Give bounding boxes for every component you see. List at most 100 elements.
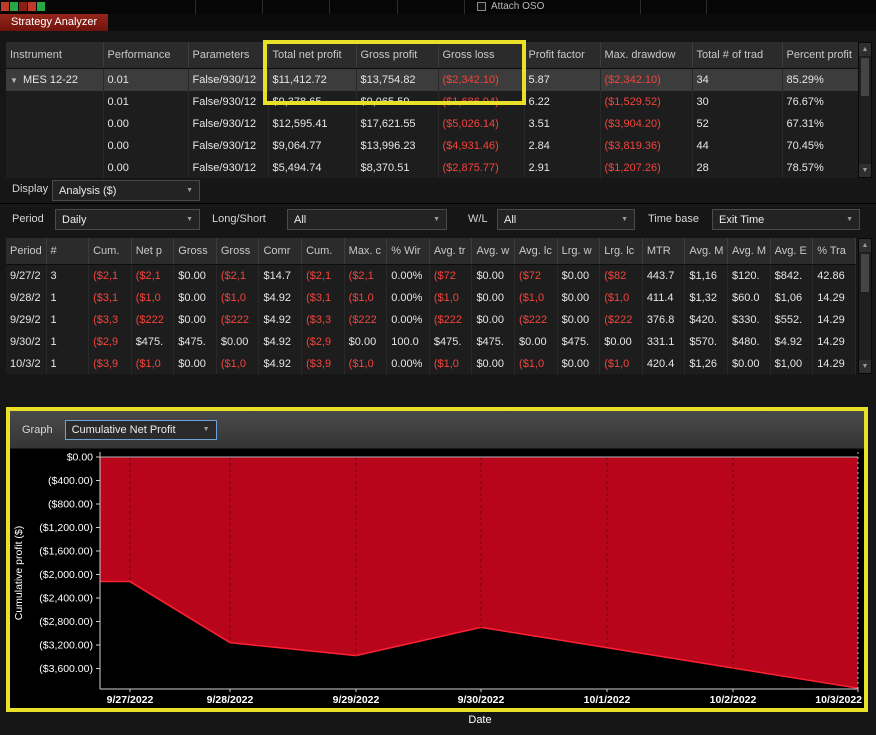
wl-dropdown[interactable]: All ▼ <box>497 209 635 230</box>
column-header[interactable]: Period <box>6 238 47 265</box>
periods-scrollbar[interactable]: ▲ ▼ <box>858 238 872 374</box>
column-header[interactable]: Avg. w <box>471 238 516 265</box>
table-cell: 1 <box>46 309 90 331</box>
table-cell: 331.1 <box>642 331 686 353</box>
divider <box>464 0 465 14</box>
column-header[interactable]: % Tra <box>812 238 856 265</box>
chevron-down-icon: ▼ <box>846 216 853 223</box>
column-header[interactable]: Avg. E <box>770 238 814 265</box>
table-cell: 376.8 <box>642 309 686 331</box>
table-row[interactable]: 0.00 False/930/12 $9,064.77 $13,996.23 ($4,9… <box>6 135 859 157</box>
table-row[interactable]: 9/28/2 1 ($3,1 ($1,0 $0.00 ($1,0 $4.92 ($3,1 ($1… <box>6 287 856 309</box>
table-cell: 9/28/2 <box>6 287 47 309</box>
attach-oso-checkbox[interactable] <box>477 2 486 11</box>
table-cell: ($3,9 <box>301 353 345 374</box>
column-header[interactable]: Max. drawdow <box>600 42 693 69</box>
table-cell: $9,064.77 <box>268 135 357 157</box>
table-cell: ($2,1 <box>216 264 260 287</box>
table-row[interactable]: 0.00 False/930/12 $12,595.41 $17,621.55 ($5,… <box>6 113 859 135</box>
column-header[interactable]: Profit factor <box>524 42 601 69</box>
status-square <box>10 2 18 11</box>
period-dropdown[interactable]: Daily ▼ <box>55 209 200 230</box>
long-short-dropdown[interactable]: All ▼ <box>287 209 447 230</box>
column-header[interactable]: Net p <box>131 238 175 265</box>
table-cell: 52 <box>692 113 783 135</box>
display-dropdown-value: Analysis ($) <box>59 184 117 197</box>
table-row[interactable]: 9/27/2 3 ($2,1 ($2,1 $0.00 ($2,1 $14.7 ($2,1 ($2… <box>6 264 856 287</box>
y-tick-label: ($3,600.00) <box>39 663 93 675</box>
tab-strategy-analyzer[interactable]: Strategy Analyzer <box>0 14 109 31</box>
table-row[interactable]: 10/3/2 1 ($3,9 ($1,0 $0.00 ($1,0 $4.92 ($3,9 ($1… <box>6 353 856 374</box>
table-cell: $0.00 <box>599 331 643 353</box>
column-header[interactable]: # <box>46 238 90 265</box>
table-cell: $0.00 <box>471 353 516 374</box>
table-cell: ($1,0 <box>599 353 643 374</box>
column-header[interactable]: Avg. lc <box>514 238 558 265</box>
column-header[interactable]: Gross profit <box>356 42 439 69</box>
table-row[interactable]: 0.01 False/930/12 $9,378.65 $9,065.59 ($1,68… <box>6 91 859 113</box>
table-cell: $9,065.59 <box>356 91 439 113</box>
column-header[interactable]: Gross loss <box>438 42 525 69</box>
column-header[interactable]: Avg. tr <box>429 238 473 265</box>
column-header[interactable]: Avg. M <box>727 238 771 265</box>
table-cell: $0.00 <box>173 264 217 287</box>
table-cell: 0.00% <box>386 264 430 287</box>
scroll-down-icon[interactable]: ▼ <box>859 360 871 373</box>
table-cell: ($2,875.77) <box>438 157 525 178</box>
column-header[interactable]: % Wir <box>386 238 430 265</box>
scroll-down-icon[interactable]: ▼ <box>859 164 871 177</box>
column-header[interactable]: Lrg. w <box>557 238 601 265</box>
row-expander-icon[interactable]: ▼ <box>10 76 23 85</box>
column-header[interactable]: Comr <box>258 238 303 265</box>
table-cell: 14.29 <box>812 353 856 374</box>
scrollbar-thumb[interactable] <box>861 58 869 96</box>
column-header[interactable]: Avg. M <box>684 238 728 265</box>
table-cell: ($2,9 <box>88 331 132 353</box>
x-tick-label: 10/2/2022 <box>710 694 757 706</box>
column-header[interactable]: Gross <box>173 238 217 265</box>
table-cell: ($1,0 <box>216 353 260 374</box>
column-header[interactable]: Cum. <box>88 238 132 265</box>
table-row[interactable]: 0.00 False/930/12 $5,494.74 $8,370.51 ($2,87… <box>6 157 859 178</box>
column-header[interactable]: Instrument <box>6 42 104 69</box>
table-cell: 14.29 <box>812 287 856 309</box>
graph-type-dropdown[interactable]: Cumulative Net Profit ▼ <box>64 419 217 440</box>
table-cell: $9,378.65 <box>268 91 357 113</box>
column-header[interactable]: Max. c <box>344 238 388 265</box>
column-header[interactable]: Total # of trad <box>692 42 783 69</box>
results-scrollbar[interactable]: ▲ ▼ <box>858 42 872 178</box>
column-header[interactable]: Percent profit <box>782 42 859 69</box>
table-cell: ($1,686.94) <box>438 91 525 113</box>
table-cell: $1,26 <box>684 353 728 374</box>
table-cell: 1 <box>46 287 90 309</box>
y-tick-label: ($2,000.00) <box>39 569 93 581</box>
scroll-up-icon[interactable]: ▲ <box>859 43 871 56</box>
time-base-dropdown[interactable]: Exit Time ▼ <box>712 209 860 230</box>
table-row[interactable]: ▼ MES 12-22 0.01 False/930/12 $11,412.72 $13,… <box>6 68 859 91</box>
column-header[interactable]: Gross <box>216 238 260 265</box>
column-header[interactable]: Performance <box>103 42 189 69</box>
table-cell: 0.00 <box>103 135 189 157</box>
table-cell: ($2,342.10) <box>438 68 525 91</box>
column-header[interactable]: Cum. <box>301 238 345 265</box>
table-row[interactable]: 9/29/2 1 ($3,3 ($222 $0.00 ($222 $4.92 ($3,3 ($2… <box>6 309 856 331</box>
display-dropdown[interactable]: Analysis ($) ▼ <box>52 180 200 201</box>
table-cell <box>6 113 104 135</box>
table-cell: 67.31% <box>782 113 859 135</box>
status-square <box>37 2 45 11</box>
table-cell: $8,370.51 <box>356 157 439 178</box>
table-cell: $13,754.82 <box>356 68 439 91</box>
scrollbar-thumb[interactable] <box>861 254 869 292</box>
table-cell: 1 <box>46 331 90 353</box>
column-header[interactable]: Parameters <box>188 42 269 69</box>
scroll-up-icon[interactable]: ▲ <box>859 239 871 252</box>
long-short-dropdown-value: All <box>294 213 307 226</box>
column-header[interactable]: Lrg. lc <box>599 238 643 265</box>
column-header[interactable]: MTR <box>642 238 686 265</box>
table-row[interactable]: 9/30/2 1 ($2,9 $475. $475. $0.00 $4.92 ($2,9 $0.… <box>6 331 856 353</box>
column-header[interactable]: Total net profit <box>268 42 357 69</box>
cumulative-profit-chart[interactable]: $0.00 ($400.00) ($800.00) ($1,200.00) ($1,60… <box>10 449 864 707</box>
table-cell: 1 <box>46 353 90 374</box>
table-cell: ($222 <box>344 309 388 331</box>
table-cell: 411.4 <box>642 287 686 309</box>
